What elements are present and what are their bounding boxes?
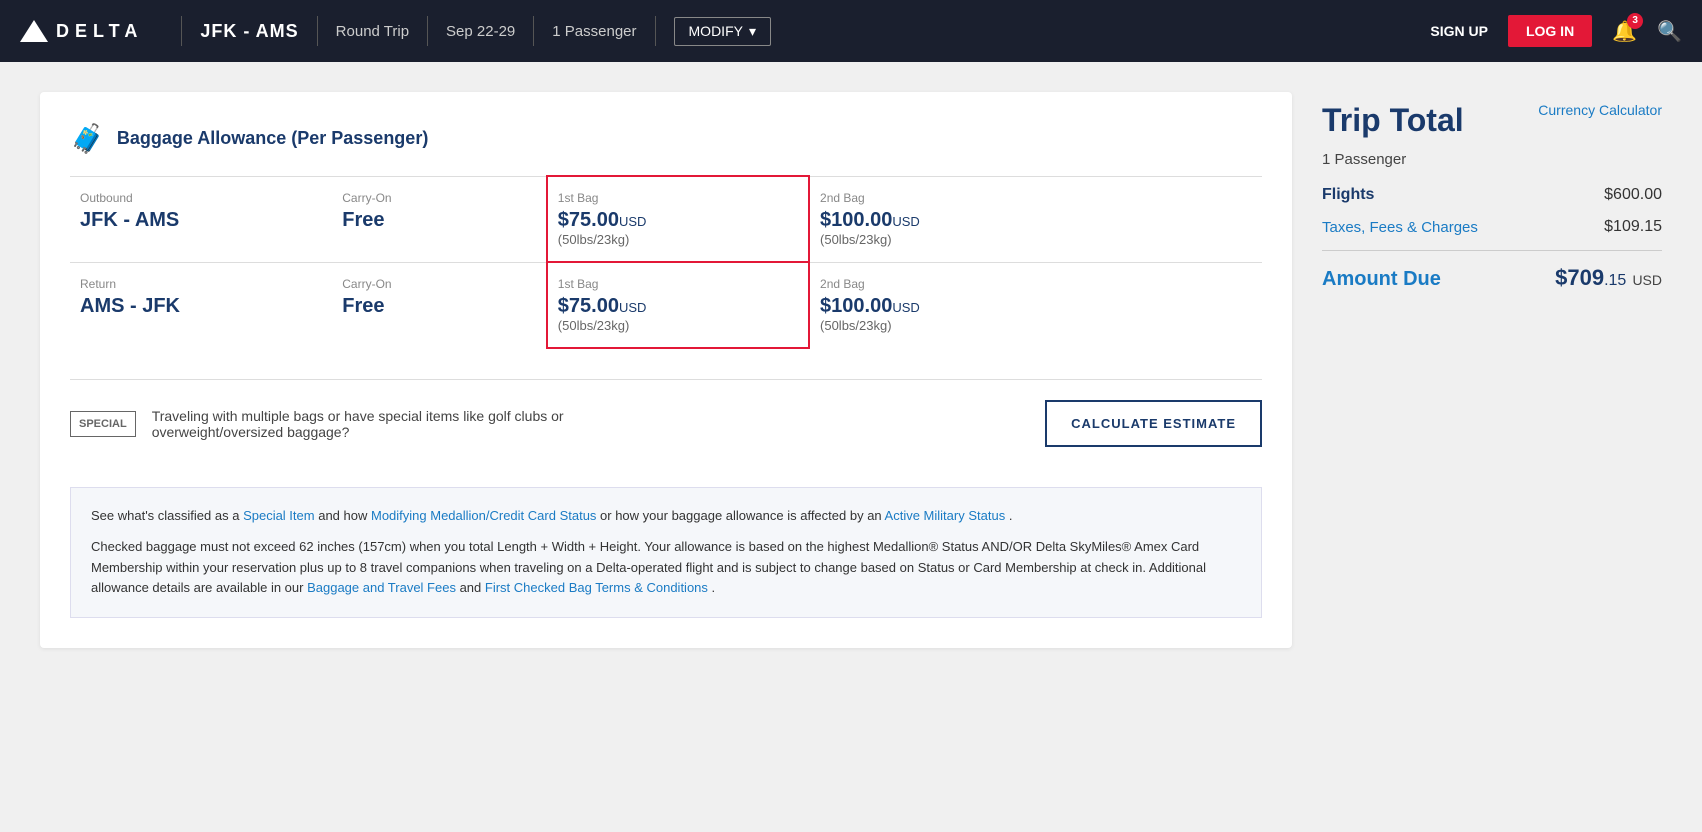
second-bag-label-outbound: 2nd Bag [820, 191, 1061, 205]
trip-divider [1322, 250, 1662, 251]
search-icon[interactable]: 🔍 [1657, 19, 1682, 44]
first-bag-label-outbound: 1st Bag [558, 191, 798, 205]
trip-passenger-count: 1 Passenger [1322, 151, 1662, 168]
info-box: See what's classified as a Special Item … [70, 487, 1262, 618]
outbound-route: JFK - AMS [80, 209, 322, 232]
chevron-down-icon: ▾ [749, 23, 756, 40]
delta-logo[interactable]: DELTA [20, 20, 143, 42]
first-bag-price-outbound: $75.00USD [558, 209, 798, 232]
second-bag-label-return: 2nd Bag [820, 277, 1061, 291]
header-passengers: 1 Passenger [552, 23, 636, 40]
info-line1: See what's classified as a Special Item … [91, 506, 1241, 527]
header-divider-2 [317, 16, 318, 46]
special-section: SPECIAL Traveling with multiple bags or … [70, 379, 1262, 467]
special-description: Traveling with multiple bags or have spe… [152, 408, 572, 440]
outbound-row: Outbound JFK - AMS Carry-On Free 1st Bag… [70, 176, 1262, 262]
login-button[interactable]: LOG IN [1508, 15, 1592, 47]
trip-total-panel: Trip Total Currency Calculator 1 Passeng… [1322, 92, 1662, 301]
flights-value: $600.00 [1604, 186, 1662, 204]
trip-total-title: Trip Total [1322, 102, 1464, 139]
return-label: Return [80, 277, 322, 291]
currency-calculator-link[interactable]: Currency Calculator [1538, 102, 1662, 118]
carryon-value-return: Free [342, 295, 536, 318]
calculate-estimate-button[interactable]: CALCULATE ESTIMATE [1045, 400, 1262, 447]
special-left: SPECIAL Traveling with multiple bags or … [70, 408, 572, 440]
delta-triangle-icon [20, 20, 48, 42]
medallion-link[interactable]: Modifying Medallion/Credit Card Status [371, 508, 596, 523]
baggage-header: 🧳 Baggage Allowance (Per Passenger) [70, 122, 1262, 155]
signup-link[interactable]: SIGN UP [1430, 23, 1488, 39]
notification-count-badge: 3 [1627, 13, 1643, 29]
special-baggage-icon: SPECIAL [70, 411, 136, 437]
first-bag-label-return: 1st Bag [558, 277, 798, 291]
header-divider-5 [655, 16, 656, 46]
header-trip-type: Round Trip [336, 23, 409, 40]
second-bag-weight-outbound: (50lbs/23kg) [820, 232, 1061, 247]
header-dates: Sep 22-29 [446, 23, 515, 40]
return-route: AMS - JFK [80, 295, 322, 318]
outbound-label: Outbound [80, 191, 322, 205]
trip-flights-row: Flights $600.00 [1322, 186, 1662, 204]
amount-due-label: Amount Due [1322, 268, 1441, 291]
modify-button[interactable]: MODIFY ▾ [674, 17, 771, 46]
second-bag-weight-return: (50lbs/23kg) [820, 318, 1061, 333]
amount-due-value: $709.15 USD [1555, 265, 1662, 291]
second-bag-price-return: $100.00USD [820, 295, 1061, 318]
main-header: DELTA JFK - AMS Round Trip Sep 22-29 1 P… [0, 0, 1702, 62]
first-bag-return-cell: 1st Bag $75.00USD (50lbs/23kg) [547, 262, 809, 348]
return-row: Return AMS - JFK Carry-On Free 1st Bag $… [70, 262, 1262, 348]
first-bag-weight-outbound: (50lbs/23kg) [558, 232, 798, 247]
baggage-icon: 🧳 [70, 122, 105, 155]
header-right-actions: SIGN UP LOG IN 🔔 3 🔍 [1430, 15, 1682, 47]
header-divider-3 [427, 16, 428, 46]
carryon-label-outbound: Carry-On [342, 191, 536, 205]
header-divider-1 [181, 16, 182, 46]
amount-due-row: Amount Due $709.15 USD [1322, 265, 1662, 291]
carryon-label-return: Carry-On [342, 277, 536, 291]
info-line2: Checked baggage must not exceed 62 inche… [91, 537, 1241, 599]
baggage-title: Baggage Allowance (Per Passenger) [117, 128, 428, 149]
first-bag-terms-link[interactable]: First Checked Bag Terms & Conditions [485, 580, 708, 595]
notifications-bell[interactable]: 🔔 3 [1612, 19, 1637, 44]
header-divider-4 [533, 16, 534, 46]
taxes-label: Taxes, Fees & Charges [1322, 219, 1478, 236]
taxes-value: $109.15 [1604, 218, 1662, 236]
military-status-link[interactable]: Active Military Status [885, 508, 1006, 523]
delta-brand-text: DELTA [56, 21, 143, 42]
first-bag-outbound-cell: 1st Bag $75.00USD (50lbs/23kg) [547, 176, 809, 262]
trip-taxes-row: Taxes, Fees & Charges $109.15 [1322, 218, 1662, 236]
first-bag-weight-return: (50lbs/23kg) [558, 318, 798, 333]
baggage-panel: 🧳 Baggage Allowance (Per Passenger) Outb… [40, 92, 1292, 648]
second-bag-price-outbound: $100.00USD [820, 209, 1061, 232]
main-layout: 🧳 Baggage Allowance (Per Passenger) Outb… [0, 62, 1702, 678]
carryon-value-outbound: Free [342, 209, 536, 232]
special-item-link[interactable]: Special Item [243, 508, 315, 523]
flights-label: Flights [1322, 186, 1374, 204]
trip-total-header-row: Trip Total Currency Calculator [1322, 102, 1662, 143]
baggage-table: Outbound JFK - AMS Carry-On Free 1st Bag… [70, 175, 1262, 349]
baggage-fees-link[interactable]: Baggage and Travel Fees [307, 580, 456, 595]
first-bag-price-return: $75.00USD [558, 295, 798, 318]
header-route: JFK - AMS [200, 21, 298, 42]
